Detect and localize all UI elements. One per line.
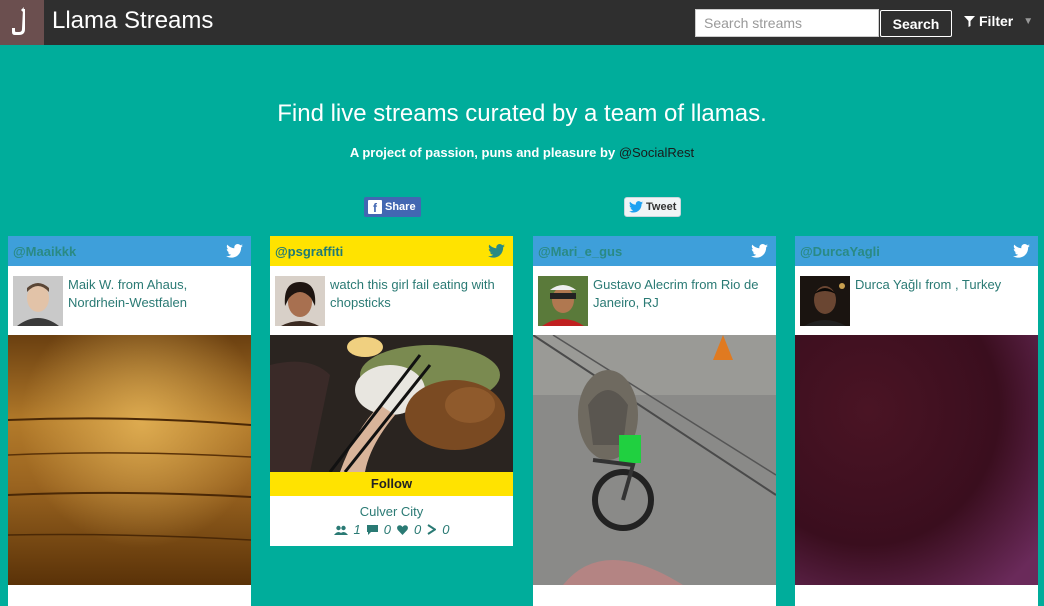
card-info: Maik W. from Ahaus, Nordrhein-Westfalen — [8, 266, 251, 335]
stream-card[interactable]: @psgraffiti watch this girl fail eating … — [270, 236, 513, 546]
facebook-share-button[interactable]: f Share — [364, 197, 421, 217]
funnel-icon — [964, 15, 975, 27]
card-handle[interactable]: @DurcaYagli — [800, 244, 880, 259]
card-header: @Maaikkk — [8, 236, 251, 266]
card-info: Gustavo Alecrim from Rio de Janeiro, RJ — [533, 266, 776, 335]
search-button[interactable]: Search — [880, 10, 952, 37]
share-label: Share — [385, 201, 416, 213]
twitter-bird-icon — [629, 201, 643, 213]
card-header: @psgraffiti — [270, 236, 513, 266]
card-header: @DurcaYagli — [795, 236, 1038, 266]
filter-label: Filter — [979, 13, 1014, 29]
chevron-right-icon — [427, 524, 437, 535]
search-input[interactable] — [695, 9, 879, 37]
stream-thumbnail[interactable] — [8, 335, 251, 585]
heart-count: 0 — [414, 522, 422, 537]
hero-subtitle-text: A project of passion, puns and pleasure … — [349, 145, 616, 160]
heart-icon — [397, 524, 408, 535]
avatar[interactable] — [800, 276, 850, 326]
hero-subtitle: A project of passion, puns and pleasure … — [0, 145, 1044, 160]
stream-thumbnail[interactable] — [795, 335, 1038, 585]
card-stats: 1 0 0 0 — [270, 522, 513, 537]
card-handle[interactable]: @psgraffiti — [275, 244, 343, 259]
avatar[interactable] — [13, 276, 63, 326]
facebook-icon: f — [368, 200, 382, 214]
stream-card[interactable]: @Mari_e_gus Gustavo Alecrim from Rio de … — [533, 236, 776, 606]
card-location: Culver City — [359, 504, 424, 519]
twitter-bird-icon[interactable] — [488, 244, 505, 258]
hero-title: Find live streams curated by a team of l… — [277, 100, 767, 127]
social-rest-link[interactable]: @SocialRest — [619, 145, 694, 160]
twitter-bird-icon[interactable] — [751, 244, 768, 258]
caret-down-icon: ▼ — [1023, 15, 1034, 27]
viewer-count: 1 — [353, 522, 361, 537]
card-info: Durca Yağlı from , Turkey — [795, 266, 1038, 335]
llama-logo-icon[interactable] — [0, 0, 44, 45]
comment-icon — [366, 524, 378, 535]
card-description: Gustavo Alecrim from Rio de Janeiro, RJ — [593, 277, 759, 310]
filter-dropdown[interactable]: Filter ▼ — [964, 13, 1033, 29]
share-count: 0 — [442, 522, 450, 537]
card-description: watch this girl fail eating with chopsti… — [330, 277, 495, 310]
card-description: Durca Yağlı from , Turkey — [855, 277, 1002, 292]
tweet-label: Tweet — [646, 201, 677, 213]
card-header: @Mari_e_gus — [533, 236, 776, 266]
twitter-bird-icon[interactable] — [226, 244, 243, 258]
avatar[interactable] — [275, 276, 325, 326]
card-description: Maik W. from Ahaus, Nordrhein-Westfalen — [68, 277, 188, 310]
card-handle[interactable]: @Mari_e_gus — [538, 244, 622, 259]
users-icon — [333, 525, 348, 535]
twitter-tweet-button[interactable]: Tweet — [624, 197, 681, 217]
app-title[interactable]: Llama Streams — [52, 7, 213, 35]
stream-thumbnail[interactable] — [533, 335, 776, 585]
avatar[interactable] — [538, 276, 588, 326]
card-info: watch this girl fail eating with chopsti… — [270, 266, 513, 335]
comment-count: 0 — [383, 522, 391, 537]
top-navigation-bar: Llama Streams Search Filter ▼ — [0, 0, 1044, 45]
stream-card[interactable]: @Maaikkk Maik W. from Ahaus, Nordrhein-W… — [8, 236, 251, 606]
card-handle[interactable]: @Maaikkk — [13, 244, 76, 259]
card-footer: Culver City 1 0 0 0 — [270, 496, 513, 546]
stream-card[interactable]: @DurcaYagli Durca Yağlı from , Turkey — [795, 236, 1038, 606]
follow-button[interactable]: Follow — [270, 472, 513, 496]
stream-thumbnail[interactable] — [270, 335, 513, 472]
twitter-bird-icon[interactable] — [1013, 244, 1030, 258]
